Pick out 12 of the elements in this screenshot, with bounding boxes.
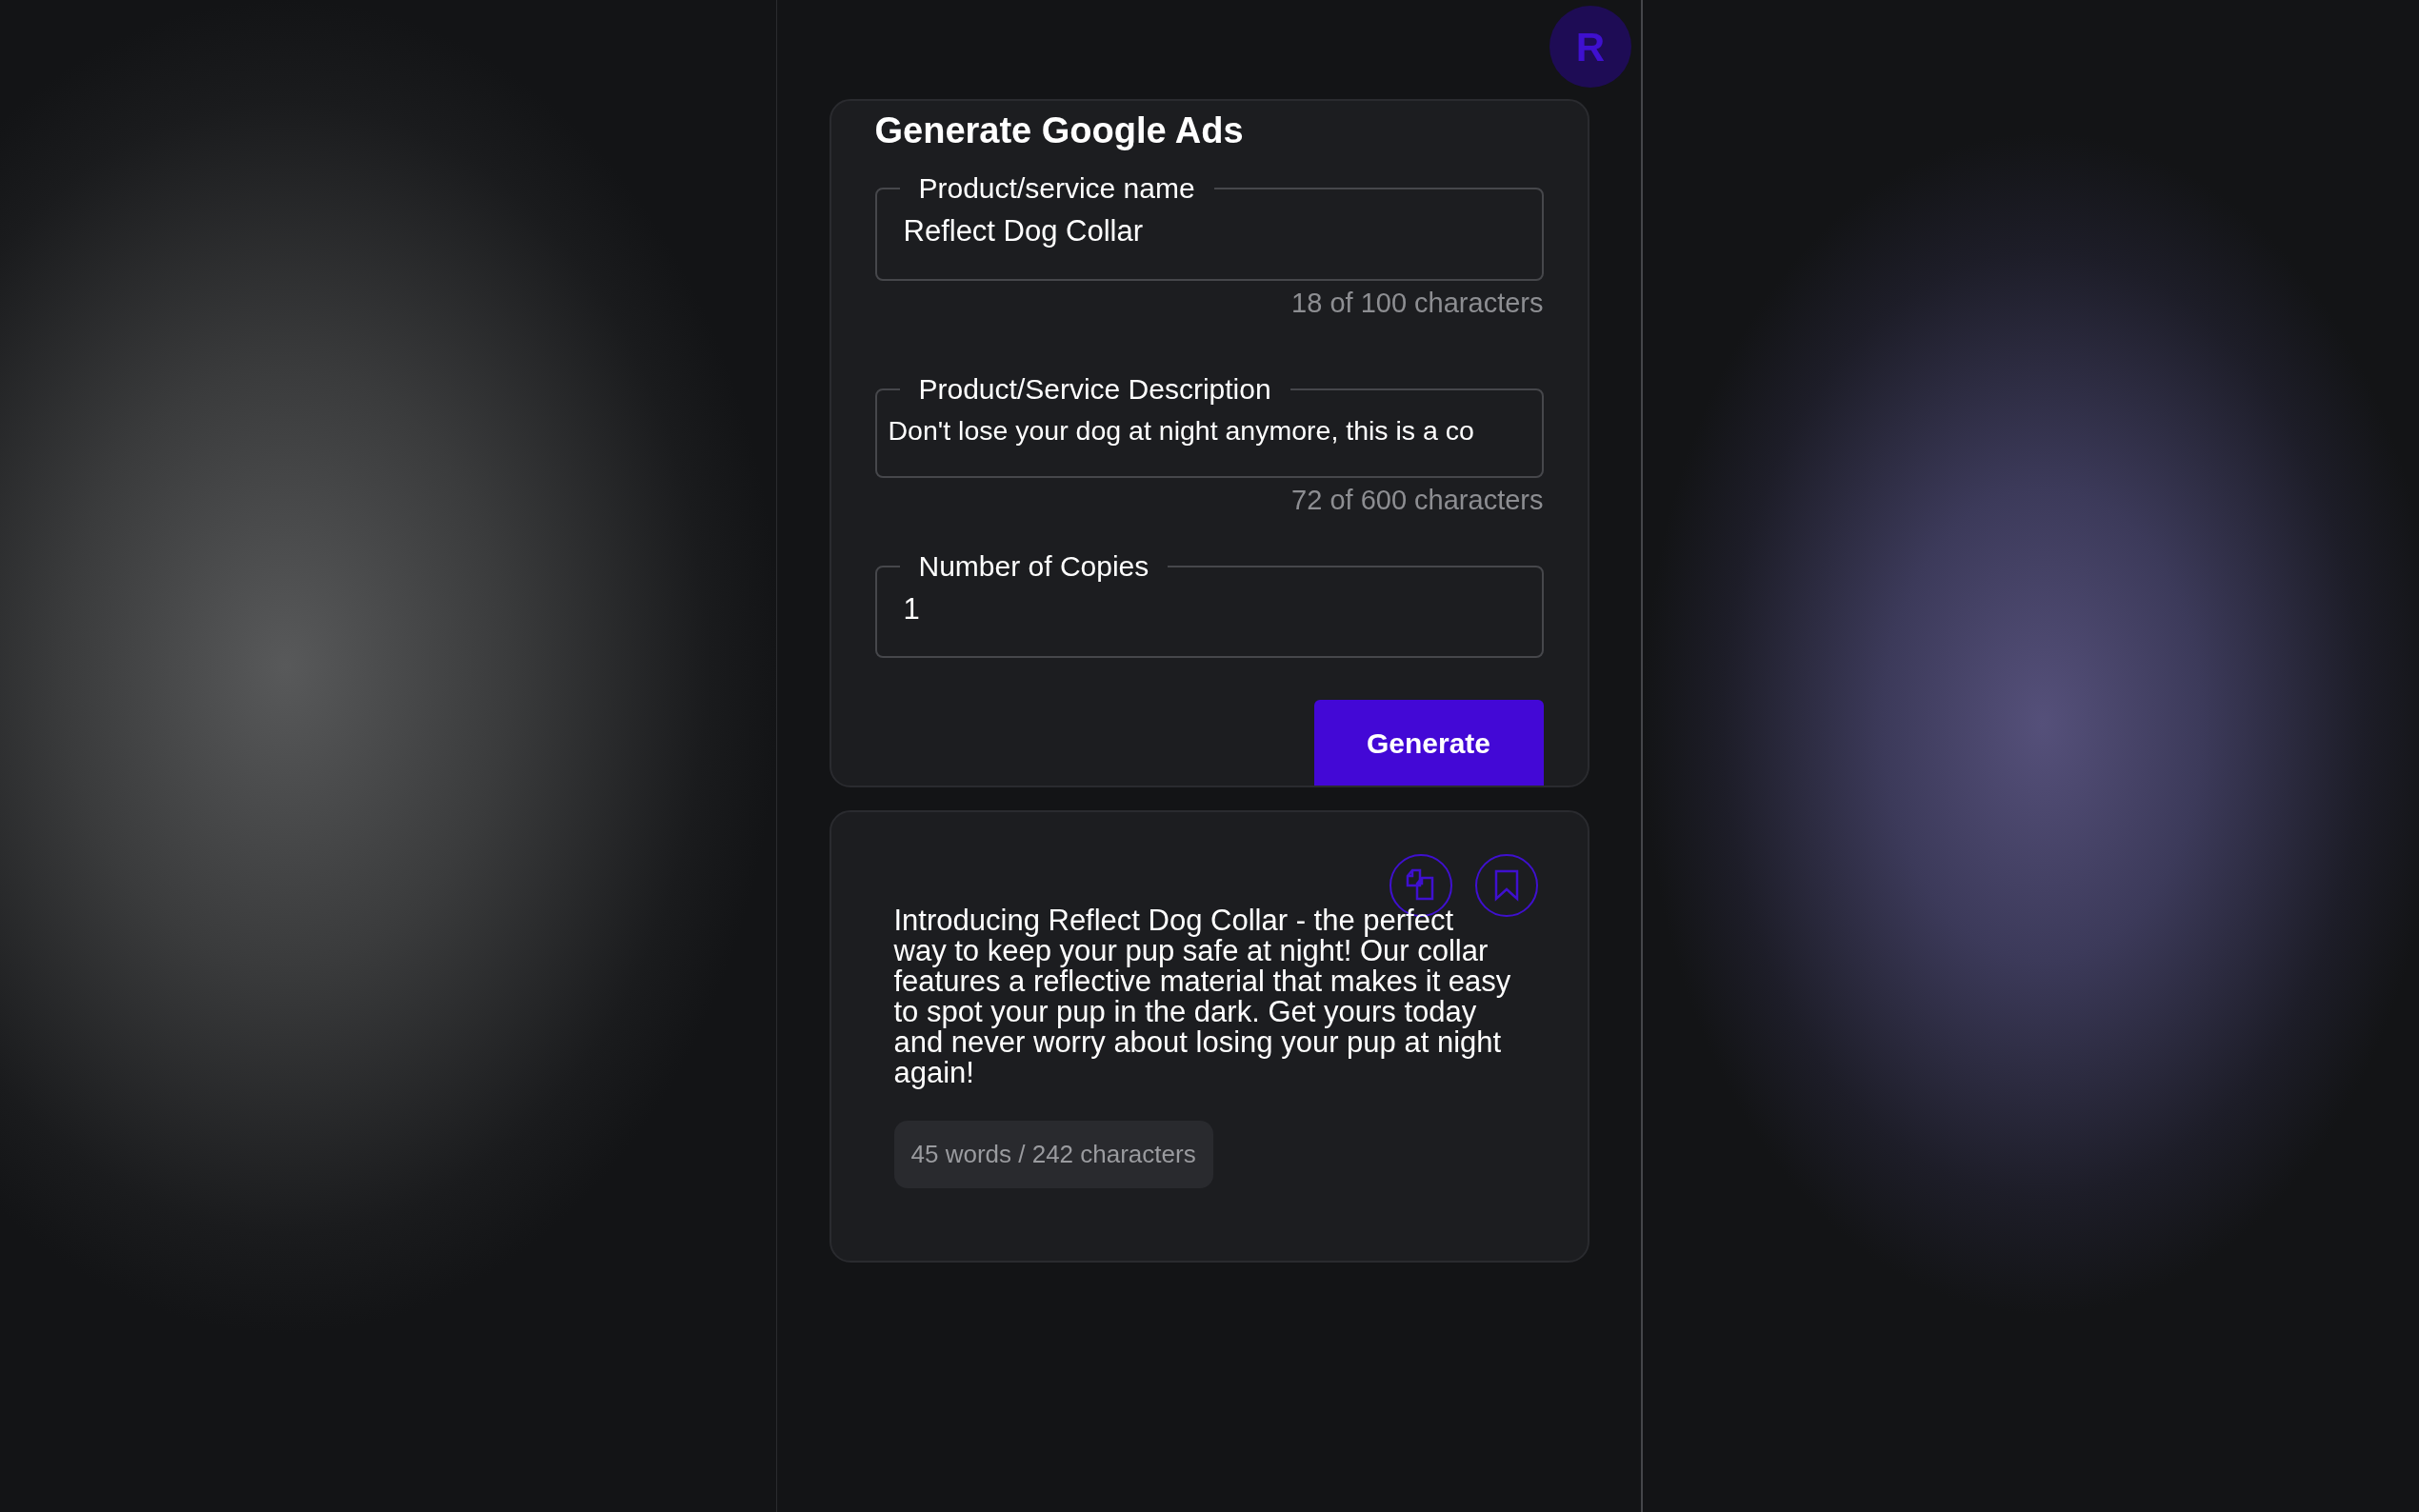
field-label: Product/service name [917,171,1196,206]
description-field[interactable]: Don't lose your dog at night anymore, this is a co [888,407,1530,466]
form-title: Generate Google Ads [874,112,1245,149]
generate-button[interactable]: Generate [1313,700,1544,786]
copies-field[interactable]: 1 [899,583,1519,646]
field-label: Number of Copies [917,548,1150,584]
word-count-badge: 45 words / 242 characters [893,1120,1213,1188]
field-label: Product/Service Description [917,372,1272,408]
ad-copy-text: Introducing Reflect Dog Collar - the perfect way to keep your pup safe at night! Our collar features a reflective material that makes it easy to spot your pup in the dark. Get yours today and never worry about losing your pup at night again! [893,905,1512,1088]
character-counter: 18 of 100 characters [1290,286,1544,320]
character-counter: 72 of 600 characters [1290,484,1544,517]
name-field[interactable]: Reflect Dog Collar [899,206,1519,268]
